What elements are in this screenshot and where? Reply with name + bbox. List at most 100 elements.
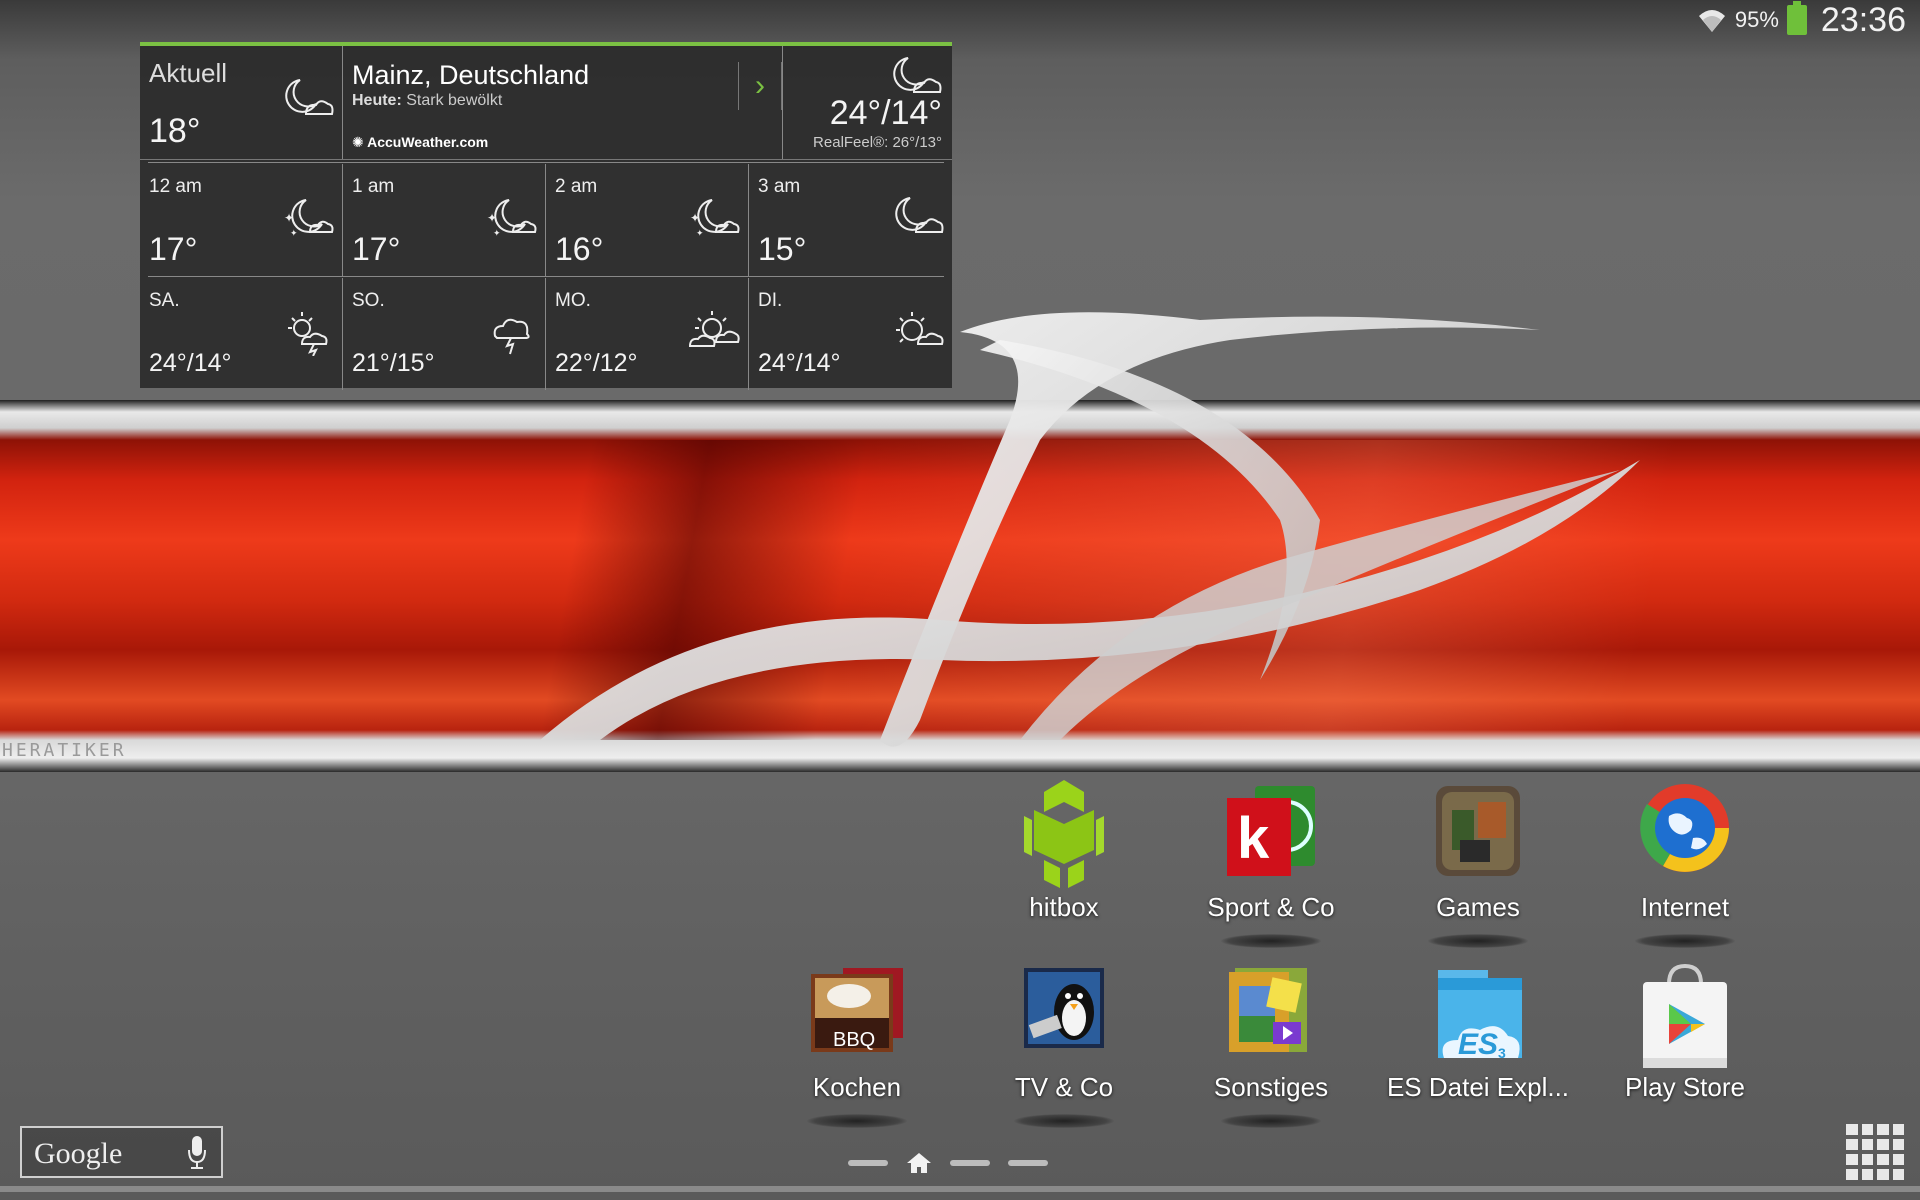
folder-shelf	[1221, 934, 1321, 948]
hour-label: 12 am	[149, 176, 202, 197]
svg-text:✦: ✦	[284, 211, 294, 225]
app-label: hitbox	[1029, 892, 1099, 922]
day-label: SA.	[149, 290, 180, 311]
moon-stars-icon: ✦✦	[690, 199, 740, 238]
page-dot[interactable]	[950, 1160, 990, 1166]
page-indicator[interactable]	[848, 1150, 1074, 1176]
all-apps-grid-icon[interactable]	[1846, 1124, 1904, 1180]
app-games[interactable]: Games	[1383, 780, 1573, 950]
app-label: Sport & Co	[1207, 892, 1335, 922]
app-play-store[interactable]: Play Store	[1590, 960, 1780, 1130]
app-label: Internet	[1640, 892, 1730, 922]
hour-temp: 17°	[149, 231, 198, 267]
grid-cell	[1846, 1139, 1858, 1150]
day-label: MO.	[555, 290, 591, 311]
day-label: DI.	[758, 290, 783, 311]
hour-label: 3 am	[758, 176, 801, 197]
google-search-bar[interactable]: Google	[20, 1126, 223, 1178]
grid-cell	[1892, 1169, 1904, 1180]
svg-text:✦: ✦	[493, 228, 501, 238]
today-hilo-temp: 24°/14°	[829, 94, 942, 132]
day-temps: 24°/14°	[758, 349, 841, 377]
app-es-file-explorer[interactable]: ES 3 ES Datei Expl...	[1383, 960, 1573, 1130]
cloud-lightning-icon	[493, 318, 530, 355]
realfeel: RealFeel®: 26°/13°	[813, 134, 942, 151]
svg-text:✦: ✦	[290, 228, 298, 238]
hour-temp: 15°	[758, 231, 807, 267]
grid-cell	[1861, 1169, 1873, 1180]
day-cell[interactable]: DI. 24°/14°	[749, 278, 952, 390]
hour-cell[interactable]: 1 am ✦ ✦ 17°	[343, 164, 546, 276]
day-temps: 22°/12°	[555, 349, 638, 377]
divider	[148, 276, 944, 277]
grid-cell	[1877, 1154, 1889, 1165]
wallpaper-tag: HERATIKER	[2, 740, 127, 761]
divider	[148, 162, 944, 163]
moon-cloud-icon	[895, 197, 944, 233]
grid-cell	[1892, 1139, 1904, 1150]
folder-shelf	[1428, 934, 1528, 948]
page-dot[interactable]	[848, 1160, 888, 1166]
app-internet[interactable]: Internet	[1590, 780, 1780, 950]
tv-folder-icon	[1024, 968, 1104, 1048]
hour-cell[interactable]: 12 am ✦ ✦ 17°	[140, 164, 343, 276]
provider-brand: ✺ AccuWeather.com	[352, 134, 489, 150]
hour-label: 2 am	[555, 176, 598, 197]
wallpaper-streaks	[0, 440, 1920, 740]
app-label: Play Store	[1625, 1072, 1745, 1102]
app-sport-co[interactable]: k Sport & Co	[1176, 780, 1366, 950]
day-temps: 24°/14°	[149, 349, 232, 377]
hour-cell[interactable]: 2 am ✦ ✦ 16°	[546, 164, 749, 276]
svg-text:BBQ: BBQ	[833, 1029, 875, 1051]
folder-shelf	[1221, 1114, 1321, 1128]
page-dot[interactable]	[1008, 1160, 1048, 1166]
chevron-right-icon[interactable]: ›	[738, 62, 782, 110]
wifi-icon	[1698, 10, 1725, 32]
dock-divider	[0, 1186, 1920, 1192]
svg-text:k: k	[1237, 806, 1270, 871]
app-hitbox[interactable]: hitbox	[969, 780, 1159, 950]
moon-cloud-icon	[285, 79, 334, 115]
current-temp: 18°	[149, 112, 201, 150]
games-folder-icon	[1436, 786, 1520, 876]
home-icon[interactable]	[906, 1151, 932, 1175]
day-cell[interactable]: SA. 24°/14°	[140, 278, 343, 390]
hour-cell[interactable]: 3 am 15°	[749, 164, 952, 276]
status-bar: 95% 23:36	[1660, 0, 1920, 40]
grid-cell	[1846, 1154, 1858, 1165]
moon-stars-icon: ✦✦	[487, 199, 537, 238]
day-cell[interactable]: SO. 21°/15°	[343, 278, 546, 390]
weather-widget[interactable]: Aktuell 18° Mainz, Deutschland Heute: St…	[140, 42, 952, 390]
misc-folder-icon	[1229, 968, 1307, 1052]
internet-folder-icon	[1640, 784, 1729, 872]
sun-cloud-icon	[896, 312, 944, 345]
app-sonstiges[interactable]: Sonstiges	[1176, 960, 1366, 1130]
app-label: Sonstiges	[1213, 1072, 1329, 1102]
app-tv-co[interactable]: TV & Co	[969, 960, 1159, 1130]
folder-shelf	[807, 1114, 907, 1128]
svg-text:✦: ✦	[696, 228, 704, 238]
weather-location[interactable]: Mainz, Deutschland Heute: Stark bewölkt …	[343, 46, 783, 159]
daily-forecast: SA. 24°/14° SO. 21°/15° MO. 22°/12° DI. …	[140, 278, 952, 390]
app-label: TV & Co	[1014, 1072, 1114, 1102]
hour-label: 1 am	[352, 176, 395, 197]
today-forecast: Heute: Stark bewölkt	[352, 92, 503, 109]
moon-stars-icon: ✦✦	[284, 199, 334, 238]
battery-icon	[1786, 1, 1807, 35]
app-label: ES Datei Expl...	[1386, 1072, 1570, 1102]
grid-cell	[1861, 1154, 1873, 1165]
grid-cell	[1892, 1154, 1904, 1165]
hourly-forecast: 12 am ✦ ✦ 17° 1 am ✦ ✦ 17° 2 am ✦ ✦ 16° 3 a…	[140, 164, 952, 276]
grid-cell	[1846, 1124, 1858, 1135]
hour-temp: 16°	[555, 231, 604, 267]
grid-cell	[1861, 1139, 1873, 1150]
current-weather[interactable]: Aktuell 18°	[140, 46, 343, 159]
app-label: Kochen	[812, 1072, 902, 1102]
wallpaper-band: HERATIKER	[0, 400, 1920, 772]
clock: 23:36	[1820, 0, 1906, 39]
day-cell[interactable]: MO. 22°/12°	[546, 278, 749, 390]
app-kochen[interactable]: BBQ Kochen	[762, 960, 952, 1130]
grid-cell	[1892, 1124, 1904, 1135]
mic-icon[interactable]	[187, 1136, 207, 1170]
play-store-icon	[1643, 963, 1727, 1068]
